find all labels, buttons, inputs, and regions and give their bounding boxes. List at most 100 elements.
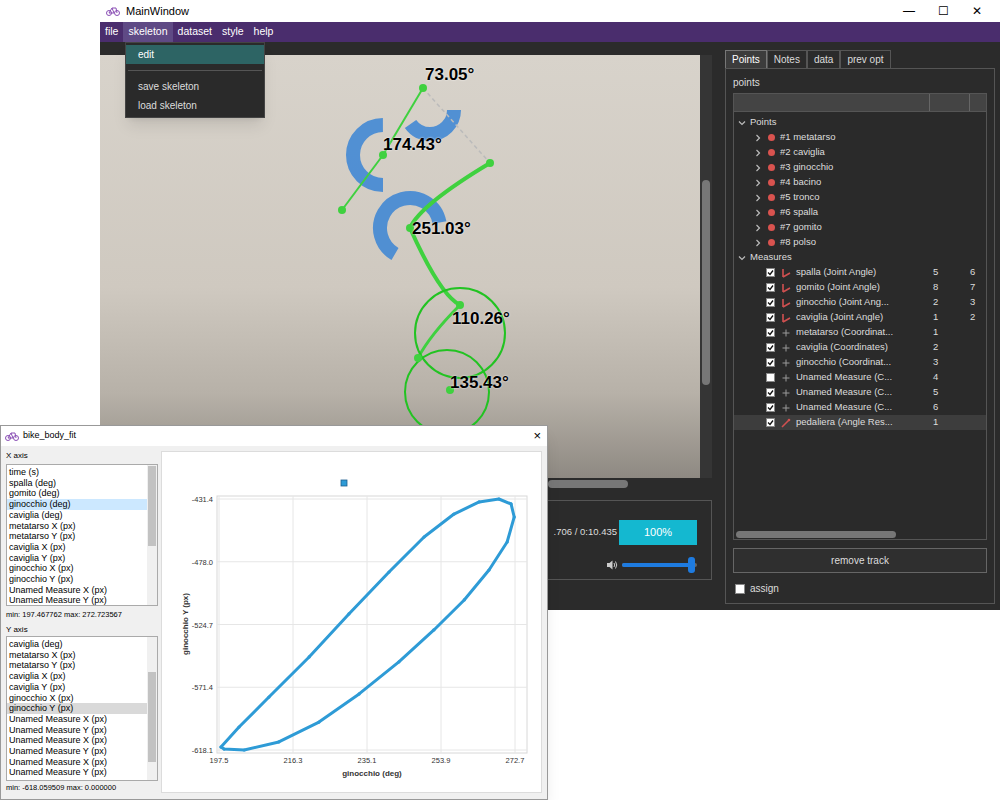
tab[interactable]: Points [725,50,767,68]
expanded-chevron-icon[interactable] [738,119,746,127]
window-control-button[interactable]: — [892,2,926,20]
measure-checkbox[interactable] [766,403,775,412]
measure-row[interactable]: caviglia (Coordinates)2 [734,340,986,355]
measure-row[interactable]: metatarso (Coordinat...1 [734,325,986,340]
measure-row[interactable]: Unamed Measure (C...4 [734,370,986,385]
measure-checkbox[interactable] [766,358,775,367]
axis-option[interactable]: Unamed Measure Y (px) [7,725,147,736]
list-scrollbar[interactable] [147,637,157,780]
measure-row[interactable]: ginocchio (Joint Ang...23 [734,295,986,310]
volume-icon[interactable] [606,559,618,571]
axis-option[interactable]: metatarso Y (px) [7,531,147,542]
assign-checkbox[interactable] [735,584,745,594]
point-row[interactable]: #2 caviglia [734,145,986,160]
title-bar: bike_body_fit× [1,426,547,446]
measure-checkbox[interactable] [766,388,775,397]
axis-option[interactable]: Unamed Measure Y (px) [7,767,147,778]
coordinates-icon [781,403,791,413]
volume-slider[interactable] [622,557,697,573]
remove-track-button[interactable]: remove track [733,548,987,573]
point-row[interactable]: #8 polso [734,235,986,250]
menu-item[interactable]: help [249,22,279,42]
video-vertical-scrollbar[interactable] [700,55,712,478]
axis-option[interactable]: caviglia Y (px) [7,553,147,564]
collapsed-chevron-icon[interactable] [754,149,762,157]
list-scrollbar[interactable] [147,465,157,605]
tree-horizontal-scrollbar[interactable] [734,529,986,539]
measure-row[interactable]: ginocchio (Coordinat...3 [734,355,986,370]
axis-option[interactable]: Unamed Measure X (px) [7,714,147,725]
point-row[interactable]: #5 tronco [734,190,986,205]
menu-item[interactable]: file [100,22,123,42]
axis-option[interactable]: ginocchio (deg) [7,499,147,510]
measure-row[interactable]: Unamed Measure (C...5 [734,385,986,400]
measure-checkbox[interactable] [766,298,775,307]
menu-item[interactable]: style [217,22,249,42]
axis-option[interactable]: caviglia (deg) [7,510,147,521]
axis-option[interactable]: Unamed Measure X (px) [7,757,147,768]
point-row[interactable]: #4 bacino [734,175,986,190]
collapsed-chevron-icon[interactable] [754,194,762,202]
collapsed-chevron-icon[interactable] [754,209,762,217]
axis-option[interactable]: caviglia X (px) [7,542,147,553]
point-row[interactable]: #3 ginocchio [734,160,986,175]
axis-option[interactable]: caviglia (deg) [7,639,147,650]
collapsed-chevron-icon[interactable] [754,179,762,187]
axis-option[interactable]: Unamed Measure Y (px) [7,595,147,605]
dropdown-item[interactable]: load skeleton [126,96,264,115]
window-control-button[interactable]: ✕ [960,2,994,20]
collapsed-chevron-icon[interactable] [754,164,762,172]
axis-option[interactable]: ginocchio Y (px) [7,703,147,714]
tab[interactable]: Notes [767,50,807,68]
point-row[interactable]: #7 gomito [734,220,986,235]
measure-checkbox[interactable] [766,268,775,277]
axis-option[interactable]: ginocchio Y (px) [7,574,147,585]
tree-group-row[interactable]: Points [734,115,986,130]
tree-group-row[interactable]: Measures [734,250,986,265]
axis-option[interactable]: ginocchio X (px) [7,693,147,704]
video-frame[interactable]: 73.05°174.43°251.03°110.26°135.43° [100,55,700,478]
axis-option[interactable]: spalla (deg) [7,478,147,489]
collapsed-chevron-icon[interactable] [754,134,762,142]
point-row[interactable]: #6 spalla [734,205,986,220]
axis-option[interactable]: Unamed Measure X (px) [7,735,147,746]
axis-option[interactable]: time (s) [7,467,147,478]
collapsed-chevron-icon[interactable] [754,239,762,247]
measure-row[interactable]: caviglia (Joint Angle)12 [734,310,986,325]
axis-option[interactable]: Unamed Measure Y (px) [7,746,147,757]
tab[interactable]: data [807,50,840,68]
check-icon [767,314,774,321]
window-control-button[interactable]: ☐ [926,2,960,20]
tab[interactable]: prev opt [840,50,890,68]
axis-option[interactable]: Unamed Measure X (px) [7,585,147,596]
measure-checkbox[interactable] [766,343,775,352]
dropdown-item[interactable]: edit [126,45,264,64]
axis-option[interactable]: metatarso X (px) [7,521,147,532]
menu-item[interactable]: dataset [173,22,217,42]
coordinates-icon [781,373,791,383]
measure-checkbox[interactable] [766,328,775,337]
collapsed-chevron-icon[interactable] [754,224,762,232]
check-icon [767,404,774,411]
axis-option[interactable]: ginocchio X (px) [7,563,147,574]
close-button[interactable]: × [533,426,543,446]
measure-row[interactable]: spalla (Joint Angle)56 [734,265,986,280]
measure-checkbox[interactable] [766,313,775,322]
axis-option[interactable]: metatarso X (px) [7,650,147,661]
expanded-chevron-icon[interactable] [738,254,746,262]
measure-checkbox[interactable] [766,418,775,427]
axis-option[interactable]: caviglia X (px) [7,671,147,682]
menu-item[interactable]: skeleton [123,22,172,42]
point-row[interactable]: #1 metatarso [734,130,986,145]
axis-option[interactable]: metatarso Y (px) [7,660,147,671]
dropdown-item[interactable]: save skeleton [126,77,264,96]
axis-option[interactable]: gomito (deg) [7,488,147,499]
measure-row[interactable]: Unamed Measure (C...6 [734,400,986,415]
measure-row[interactable]: gomito (Joint Angle)87 [734,280,986,295]
assign-checkbox-row[interactable]: assign [733,581,987,596]
measure-checkbox[interactable] [766,373,775,382]
axis-option[interactable]: caviglia Y (px) [7,682,147,693]
measure-checkbox[interactable] [766,283,775,292]
svg-text:235.1: 235.1 [357,756,376,765]
measure-row[interactable]: pedaliera (Angle Res...1 [734,415,986,430]
